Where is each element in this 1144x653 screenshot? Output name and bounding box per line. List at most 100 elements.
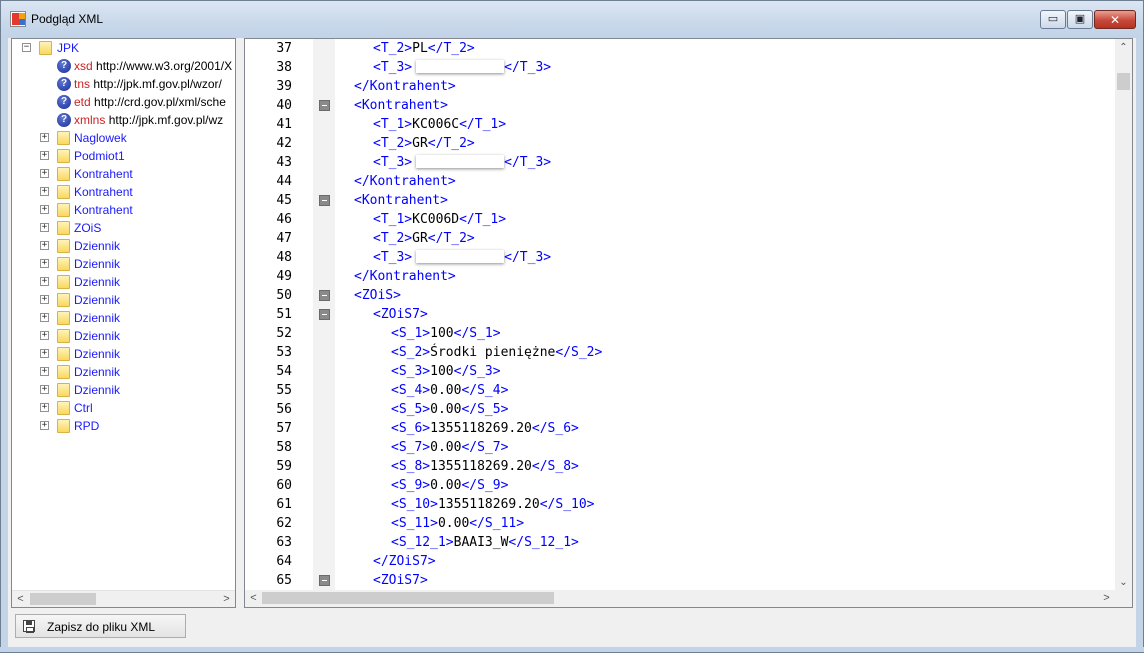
fold-collapse-icon[interactable] [319,100,330,111]
expand-icon[interactable]: + [40,169,49,178]
expand-icon[interactable]: + [40,421,49,430]
code-line[interactable]: 53 <S_2>Środki pieniężne</S_2> [245,343,1115,362]
save-xml-button[interactable]: Zapisz do pliku XML [15,614,186,638]
tree-item-node[interactable]: + Dziennik [12,237,235,255]
tree-scroll-thumb[interactable] [30,593,96,605]
code-line[interactable]: 56 <S_5>0.00</S_5> [245,400,1115,419]
tree-item-namespace[interactable]: ? xsd http://www.w3.org/2001/X [12,57,235,75]
fold-collapse-icon[interactable] [319,309,330,320]
code-vertical-scrollbar[interactable]: ⌃ ⌄ [1115,39,1132,591]
code-line[interactable]: 46 <T_1>KC006D</T_1> [245,210,1115,229]
expand-icon[interactable]: + [40,259,49,268]
expand-icon[interactable]: + [40,223,49,232]
tree-item-node[interactable]: + Dziennik [12,309,235,327]
code-line[interactable]: 55 <S_4>0.00</S_4> [245,381,1115,400]
code-line[interactable]: 62 <S_11>0.00</S_11> [245,514,1115,533]
tree-item-node[interactable]: + Dziennik [12,381,235,399]
minimize-icon: ▭ [1047,13,1059,25]
expand-icon[interactable]: + [40,403,49,412]
expand-icon[interactable]: + [40,295,49,304]
line-number: 47 [276,231,292,246]
code-line[interactable]: 37 <T_2>PL</T_2> [245,39,1115,58]
tree-item-node[interactable]: + ZOiS [12,219,235,237]
tree-item-namespace[interactable]: ? etd http://crd.gov.pl/xml/sche [12,93,235,111]
code-line[interactable]: 43 <T_3> </T_3> [245,153,1115,172]
code-line[interactable]: 42 <T_2>GR</T_2> [245,134,1115,153]
code-vscroll-thumb[interactable] [1117,73,1130,90]
expand-icon[interactable]: + [40,367,49,376]
tree-horizontal-scrollbar[interactable]: < > [12,590,235,607]
scroll-right-icon[interactable]: > [1098,590,1115,607]
maximize-icon: ▣ [1074,13,1086,25]
expand-icon[interactable]: + [40,241,49,250]
xml-open-tag: <T_2> [373,41,413,56]
maximize-button[interactable]: ▣ [1067,10,1093,29]
tree-item-node[interactable]: + Dziennik [12,345,235,363]
code-line[interactable]: 52 <S_1>100</S_1> [245,324,1115,343]
code-line[interactable]: 45 <Kontrahent> [245,191,1115,210]
collapse-icon[interactable]: − [22,43,31,52]
expand-icon[interactable]: + [40,133,49,142]
code-line[interactable]: 40 <Kontrahent> [245,96,1115,115]
tree-item-node[interactable]: + Dziennik [12,255,235,273]
scroll-left-icon[interactable]: < [12,591,29,607]
code-line[interactable]: 58 <S_7>0.00</S_7> [245,438,1115,457]
expand-icon[interactable]: + [40,385,49,394]
scroll-right-icon[interactable]: > [218,591,235,607]
tree-item-node[interactable]: + Dziennik [12,327,235,345]
code-line[interactable]: 64 </ZOiS7> [245,552,1115,571]
close-button[interactable]: ✕ [1094,10,1136,29]
scroll-down-icon[interactable]: ⌄ [1115,574,1132,591]
code-line[interactable]: 57 <S_6>1355118269.20</S_6> [245,419,1115,438]
code-horizontal-scrollbar[interactable]: < > [245,590,1115,607]
code-line[interactable]: 54 <S_3>100</S_3> [245,362,1115,381]
tree-item-namespace[interactable]: ? tns http://jpk.mf.gov.pl/wzor/ [12,75,235,93]
namespace-prefix: xmlns [74,113,106,127]
code-line[interactable]: 65 <ZOiS7> [245,571,1115,590]
panel-splitter[interactable] [236,38,244,608]
xml-source-panel[interactable]: 37 <T_2>PL</T_2> 38 <T_3> </T_3> 39 </Kon… [244,38,1133,608]
code-line[interactable]: 49 </Kontrahent> [245,267,1115,286]
code-line[interactable]: 60 <S_9>0.00</S_9> [245,476,1115,495]
tree-item-namespace[interactable]: ? xmlns http://jpk.mf.gov.pl/wz [12,111,235,129]
code-line[interactable]: 47 <T_2>GR</T_2> [245,229,1115,248]
code-line[interactable]: 51 <ZOiS7> [245,305,1115,324]
expand-icon[interactable]: + [40,331,49,340]
code-line[interactable]: 48 <T_3> </T_3> [245,248,1115,267]
tree-item-node[interactable]: + Podmiot1 [12,147,235,165]
xml-tree-panel[interactable]: − JPK ? xsd http://www.w3.org/2001/X ? t… [11,38,236,608]
minimize-button[interactable]: ▭ [1040,10,1066,29]
expand-icon[interactable]: + [40,349,49,358]
fold-collapse-icon[interactable] [319,195,330,206]
code-line[interactable]: 39 </Kontrahent> [245,77,1115,96]
tree-item-node[interactable]: + Dziennik [12,291,235,309]
tree-item-node[interactable]: + Dziennik [12,273,235,291]
expand-icon[interactable]: + [40,277,49,286]
code-line[interactable]: 38 <T_3> </T_3> [245,58,1115,77]
code-line[interactable]: 63 <S_12_1>BAAI3_W</S_12_1> [245,533,1115,552]
line-number: 49 [276,269,292,284]
code-line[interactable]: 50 <ZOiS> [245,286,1115,305]
tree-item-node[interactable]: + Ctrl [12,399,235,417]
fold-collapse-icon[interactable] [319,575,330,586]
tree-item-root[interactable]: − JPK [12,39,235,57]
scroll-left-icon[interactable]: < [245,590,262,607]
tree-item-node[interactable]: + Kontrahent [12,183,235,201]
code-line[interactable]: 41 <T_1>KC006C</T_1> [245,115,1115,134]
code-line[interactable]: 44 </Kontrahent> [245,172,1115,191]
expand-icon[interactable]: + [40,151,49,160]
scroll-up-icon[interactable]: ⌃ [1115,39,1132,56]
tree-item-node[interactable]: + Kontrahent [12,165,235,183]
expand-icon[interactable]: + [40,187,49,196]
code-line[interactable]: 61 <S_10>1355118269.20</S_10> [245,495,1115,514]
code-line[interactable]: 59 <S_8>1355118269.20</S_8> [245,457,1115,476]
tree-item-node[interactable]: + Naglowek [12,129,235,147]
expand-icon[interactable]: + [40,313,49,322]
xml-text-value: 0.00 [430,440,462,455]
tree-item-node[interactable]: + RPD [12,417,235,435]
fold-collapse-icon[interactable] [319,290,330,301]
code-hscroll-thumb[interactable] [262,592,554,604]
tree-item-node[interactable]: + Dziennik [12,363,235,381]
expand-icon[interactable]: + [40,205,49,214]
tree-item-node[interactable]: + Kontrahent [12,201,235,219]
